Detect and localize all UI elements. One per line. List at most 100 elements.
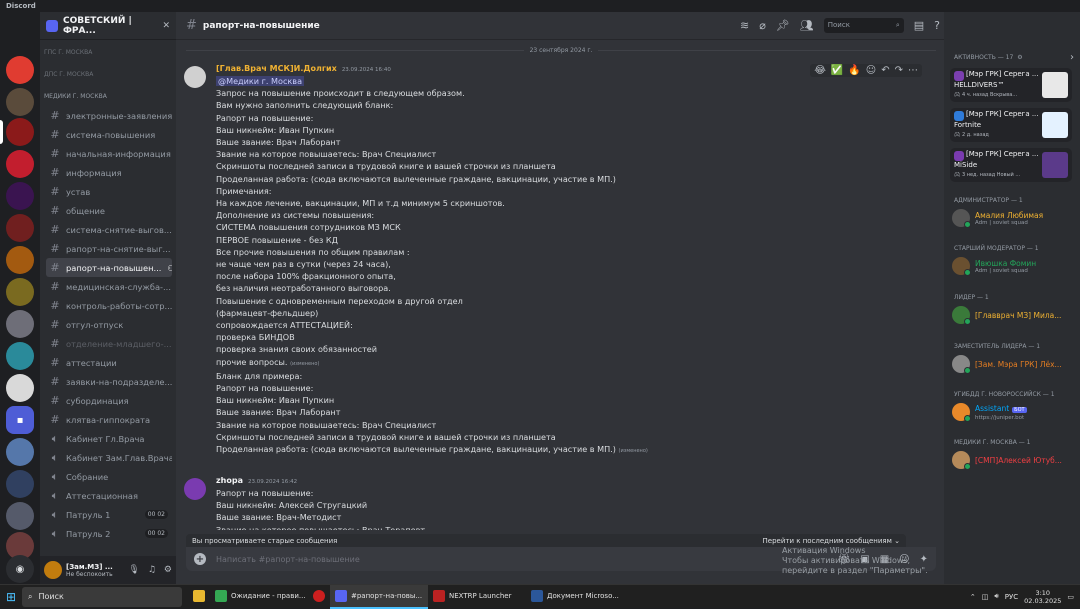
channel-item[interactable]: 🔈︎ Кабинет Зам.Глав.Врача — [46, 448, 172, 467]
jump-to-present-button[interactable]: Перейти к последним сообщениям ⌄ — [763, 537, 900, 545]
gear-icon[interactable]: ⚙ — [164, 565, 172, 575]
network-icon[interactable]: ◫ — [982, 593, 989, 601]
taskbar-app[interactable]: NEXTRP Launcher — [428, 585, 526, 609]
channel-item[interactable]: # устав — [46, 182, 172, 201]
server-icon[interactable] — [6, 502, 34, 530]
server-icon[interactable] — [6, 342, 34, 370]
message-timestamp: 23.09.2024 16:42 — [247, 479, 298, 485]
avatar[interactable] — [44, 561, 62, 579]
channel-item[interactable]: # начальная-информация — [46, 144, 172, 163]
discover-icon[interactable]: ◉ — [6, 555, 34, 583]
activity-card[interactable]: [Мэр ГРК] Серега ... HELLDIVERS™ 🎮︎ 4 ч. н… — [950, 68, 1072, 102]
file-explorer-icon[interactable] — [188, 585, 210, 609]
category-header[interactable]: ГПС Г. МОСКВА — [40, 46, 176, 58]
channel-item[interactable]: # рапорт-на-повышен... ⚇ — [46, 258, 172, 277]
channel-item[interactable]: # общение — [46, 201, 172, 220]
chevron-right-icon[interactable]: › — [1070, 52, 1074, 63]
windows-start-icon[interactable]: ⊞ — [0, 585, 22, 609]
mute-icon[interactable]: ⌀ — [759, 19, 766, 32]
author-name[interactable]: zhopa — [216, 476, 243, 485]
channel-item[interactable]: # отделение-младшего-... — [46, 334, 172, 353]
member-item[interactable]: Ивюшка Фомин Adm | soviet squad — [952, 254, 1076, 278]
add-reaction-icon[interactable]: ☺ — [866, 65, 876, 76]
server-icon[interactable] — [6, 278, 34, 306]
channel-item[interactable]: # аттестации — [46, 353, 172, 372]
headphones-icon[interactable]: ♫ — [148, 565, 156, 575]
channel-item[interactable]: # контроль-работы-сотр... — [46, 296, 172, 315]
member-subtext: Adm | soviet squad — [975, 219, 1028, 226]
more-icon[interactable]: ⋯ — [908, 65, 918, 76]
avatar[interactable] — [184, 66, 206, 88]
server-icon[interactable] — [6, 118, 34, 146]
channel-item[interactable]: # рапорт-на-снятие-выг... — [46, 239, 172, 258]
channel-item[interactable]: # электронные-заявления — [46, 106, 172, 125]
emoji-laugh-icon[interactable]: 😂 — [814, 65, 826, 76]
channel-item[interactable]: # информация — [46, 163, 172, 182]
member-item[interactable]: Assistant БОТ https://juniper.bot — [952, 400, 1076, 424]
taskbar-app[interactable]: #рапорт-на-повы... — [330, 584, 428, 609]
channel-item[interactable]: # система-снятие-выгов... — [46, 220, 172, 239]
channel-item[interactable]: # клятва-гиппократа — [46, 410, 172, 429]
taskbar-app[interactable] — [308, 585, 330, 609]
server-icon[interactable] — [6, 56, 34, 84]
volume-icon[interactable]: 🔊︎ — [994, 592, 998, 601]
chevron-up-icon[interactable]: ⌃ — [970, 593, 976, 601]
server-icon[interactable] — [6, 182, 34, 210]
add-user-icon[interactable]: ⚇ — [167, 263, 172, 273]
threads-icon[interactable]: ≋ — [740, 19, 749, 32]
plus-icon[interactable]: + — [194, 553, 206, 565]
forward-icon[interactable]: ↷ — [895, 65, 903, 76]
channel-item[interactable]: # субординация — [46, 391, 172, 410]
channel-item[interactable]: # заявки-на-подразделе... — [46, 372, 172, 391]
channel-item[interactable]: 🔈︎ Патруль 1 00 02 — [46, 505, 172, 524]
channel-item[interactable]: # отгул-отпуск — [46, 315, 172, 334]
server-icon[interactable] — [6, 438, 34, 466]
server-icon[interactable] — [6, 470, 34, 498]
microphone-icon[interactable]: 🎙︎ — [128, 565, 139, 575]
member-item[interactable]: [СМП]Алексей Ютуб... — [952, 448, 1076, 472]
member-item[interactable]: Амалия Любимая Adm | soviet squad — [952, 206, 1076, 230]
pin-icon[interactable]: 📌︎ — [776, 19, 790, 32]
activity-card[interactable]: [Мэр ГРК] Серега ... MiSide 🎮︎ 3 нед. наза… — [950, 148, 1072, 182]
member-item[interactable]: [Зам. Мэра ГРК] Лёх... — [952, 352, 1076, 376]
search-input[interactable]: Поиск ⌕ — [823, 18, 904, 33]
avatar[interactable] — [184, 478, 206, 500]
channel-item[interactable]: 🔈︎ Аттестационная — [46, 486, 172, 505]
activity-card[interactable]: [Мэр ГРК] Серега ... Fortnite 🎮︎ 2 д. наза… — [950, 108, 1072, 142]
channel-item[interactable]: 🔈︎ Собрание — [46, 467, 172, 486]
server-icon[interactable] — [6, 374, 34, 402]
channel-label: система-повышения — [66, 129, 156, 140]
old-messages-text: Вы просматриваете старые сообщения — [192, 536, 338, 545]
inbox-icon[interactable]: ▤ — [914, 19, 924, 32]
server-icon[interactable] — [6, 88, 34, 116]
server-icon[interactable] — [6, 246, 34, 274]
folder-icon[interactable]: ▪ — [6, 406, 34, 434]
gear-icon[interactable]: ⚙ — [1017, 54, 1022, 61]
reply-icon[interactable]: ↶ — [881, 65, 889, 76]
server-header[interactable]: СОВЕТСКИЙ | ФРА... ✕ — [40, 12, 176, 40]
help-icon[interactable]: ? — [934, 19, 940, 32]
taskbar-app[interactable]: Ожидание - прави... — [210, 585, 308, 609]
category-header[interactable]: МЕДИКИ Г. МОСКВА — [40, 90, 176, 102]
notifications-icon[interactable]: ▭ — [1067, 593, 1074, 601]
message-line: Запрос на повышение происходит в следующ… — [216, 88, 465, 99]
emoji-fire-icon[interactable]: 🔥 — [848, 65, 860, 76]
server-icon[interactable] — [6, 214, 34, 242]
channel-item[interactable]: 🔈︎ Патруль 2 00 02 — [46, 524, 172, 543]
channel-item[interactable]: 🔈︎ Кабинет Гл.Врача — [46, 429, 172, 448]
taskbar-app[interactable]: Документ Microso... — [526, 585, 624, 609]
author-name[interactable]: [Глав.Врач МСК]И.Долгих — [216, 64, 337, 73]
channel-item[interactable]: # система-повышения — [46, 125, 172, 144]
clock[interactable]: 3:10 02.03.2025 — [1024, 589, 1061, 605]
role-mention[interactable]: @Медики г. Москва — [216, 76, 305, 86]
server-icon[interactable] — [6, 150, 34, 178]
server-icon[interactable] — [6, 310, 34, 338]
taskbar-search[interactable]: ⌕ Поиск — [22, 586, 182, 607]
emoji-check-icon[interactable]: ✅ — [831, 65, 843, 76]
channel-item[interactable]: # медицинская-служба-... — [46, 277, 172, 296]
member-item[interactable]: [Главврач МЗ] Мила... — [952, 303, 1076, 327]
composer-placeholder: Написать #рапорт-на-повышение — [216, 554, 360, 564]
language-indicator[interactable]: РУС — [1005, 593, 1018, 601]
members-icon[interactable]: 👥︎ — [800, 19, 814, 32]
category-header[interactable]: ДПС Г. МОСКВА — [40, 68, 176, 80]
